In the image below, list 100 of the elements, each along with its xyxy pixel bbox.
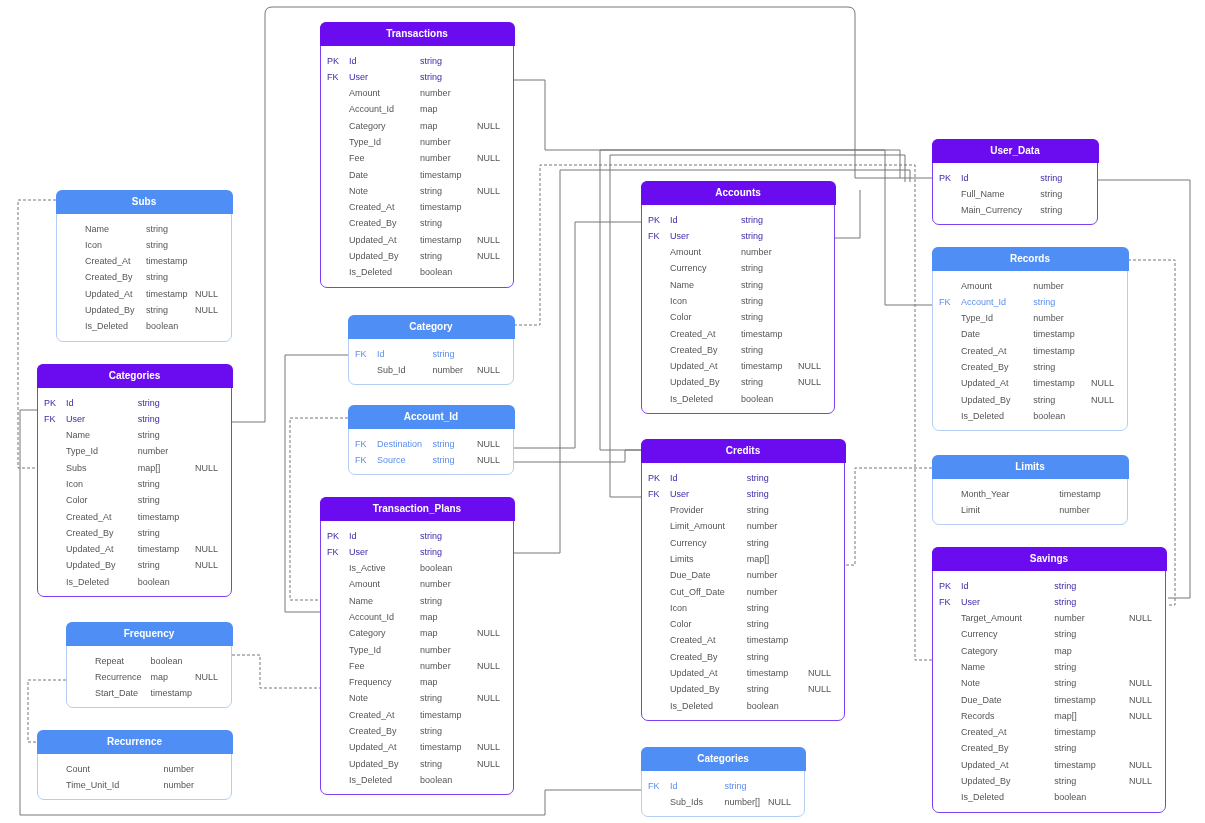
column-type: boolean [420,562,454,576]
column-type: boolean [420,773,454,787]
column-name: Created_By [349,217,398,231]
column-name: Created_At [961,726,1008,740]
column-type: string [137,559,161,573]
entity-header: Categories [640,746,806,771]
column-name: Is_Deleted [85,320,130,334]
null-label: NULL [1091,377,1115,391]
null-label: NULL [808,683,832,697]
column-name: Account_Id [349,611,396,624]
column-name: Currency [961,628,999,642]
key-label: PK [939,171,952,185]
column-name: Created_By [961,742,1010,756]
column-name: Updated_By [670,683,721,697]
column-type: string [420,250,444,264]
column-name: Icon [66,478,84,491]
column-type: string [724,779,748,793]
column-name: Type_Id [66,445,100,459]
column-type: timestamp [741,327,784,341]
column-type: string [137,526,161,540]
column-name: Account_Id [961,295,1008,309]
null-label: NULL [1129,612,1153,626]
entity-header: Limits [931,454,1129,479]
key-label: PK [327,529,340,543]
key-label: FK [648,229,661,243]
column-name: Created_By [66,526,115,540]
column-name: Due_Date [670,569,712,583]
null-label: NULL [1129,758,1153,772]
column-type: string [137,494,161,508]
column-name: Updated_By [85,304,136,317]
column-name: Count [66,762,92,776]
column-name: Id [961,171,970,185]
entity-header: User_Data [931,138,1099,163]
column-type: string [746,487,770,501]
column-name: Created_By [670,650,719,664]
column-type: number [1054,612,1086,626]
key-label: FK [355,453,368,467]
column-name: Is_Deleted [66,575,111,589]
column-type: string [146,238,170,252]
null-label: NULL [477,741,501,755]
column-name: Icon [85,238,103,252]
column-type: number [420,152,452,166]
column-type: boolean [746,699,780,713]
column-type: string [741,278,765,292]
entity-header: Savings [931,546,1167,571]
key-label: FK [355,437,368,451]
entity-header: Accounts [640,180,836,205]
column-name: Amount [349,578,382,592]
column-name: Updated_By [961,775,1012,789]
column-name: Created_At [349,201,396,215]
column-name: Due_Date [961,693,1003,707]
column-name: Sub_Id [377,363,407,377]
column-name: Created_At [670,634,717,648]
column-name: User [349,545,369,559]
null-label: NULL [477,363,501,377]
column-name: Is_Deleted [349,266,394,280]
column-type: string [137,396,161,410]
column-type: map [420,103,439,117]
column-type: string [137,412,161,426]
column-name: Limit [961,503,981,517]
entity-header: Credits [640,438,846,463]
column-type: number [1059,503,1091,517]
column-name: Updated_At [670,360,719,374]
column-type: boolean [146,320,180,334]
entity-header: Categories [36,363,233,388]
column-name: Is_Deleted [670,699,715,713]
null-label: NULL [1091,393,1115,407]
column-name: User [961,595,981,609]
column-name: Created_At [66,510,113,524]
column-name: Limits [670,553,695,566]
column-name: Icon [670,601,688,615]
column-type: number [420,643,452,657]
entity-header: Account_Id [347,404,515,429]
column-type: string [432,437,456,451]
column-name: Fee [349,152,366,166]
null-label: NULL [477,453,501,467]
column-type: map [150,670,170,684]
column-name: Color [670,311,693,325]
column-name: Account_Id [349,103,396,117]
null-label: NULL [195,461,219,475]
column-type: number[] [724,795,761,809]
column-name: Created_At [85,255,132,269]
column-type: timestamp [746,667,790,681]
column-type: string [420,217,444,231]
null-label: NULL [477,233,501,247]
column-type: string [146,222,170,236]
null-label: NULL [1129,775,1153,789]
key-label: FK [648,487,661,501]
column-type: timestamp [1033,344,1076,358]
column-name: Time_Unit_Id [66,778,121,792]
column-name: Cut_Off_Date [670,585,726,599]
column-name: Id [961,579,970,593]
column-type: string [741,343,765,357]
column-type: string [746,618,770,632]
column-name: Note [961,677,981,691]
column-type: string [741,262,765,276]
column-type: string [420,545,444,559]
column-type: timestamp [420,201,463,215]
column-type: boolean [741,392,775,406]
column-type: number [420,87,452,101]
